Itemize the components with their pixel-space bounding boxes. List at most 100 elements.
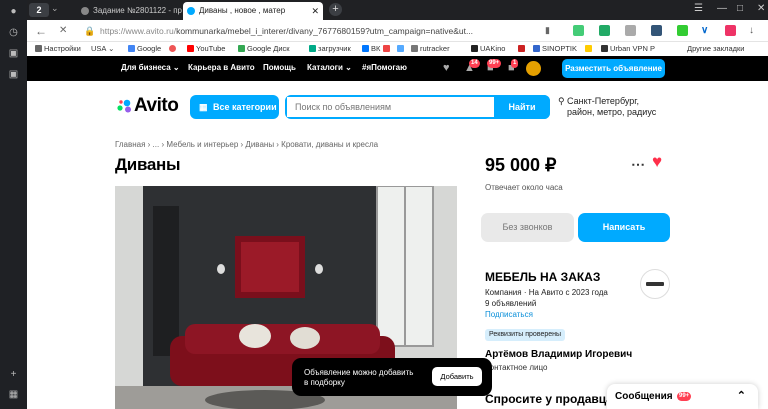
browser-sidebar: ● ◷ ▣ ▣ + ▦ xyxy=(0,0,27,409)
extension-icon[interactable] xyxy=(725,25,736,36)
messages-widget[interactable]: Сообщения 99+ ⌃ xyxy=(607,384,758,409)
bookmark-label: SINOPTIK xyxy=(542,44,578,53)
avatar[interactable] xyxy=(526,61,541,76)
seller-info: Компания · На Авито с 2023 года 9 объявл… xyxy=(485,287,608,309)
bookmark-p[interactable] xyxy=(585,44,594,53)
url-field[interactable]: https://www.avito.ru/kommunarka/mebel_i_… xyxy=(100,24,540,38)
seller-meta: Компания · На Авито с 2023 года xyxy=(485,288,608,297)
bookmark-usa[interactable]: USA ⌄ xyxy=(91,44,114,53)
bookmark-vk[interactable]: ВК xyxy=(362,44,380,53)
tab-close-icon[interactable]: ✕ xyxy=(311,2,319,20)
categories-grid-icon: ▦ xyxy=(199,102,208,112)
price: 95 000 ₽ xyxy=(485,155,557,175)
extension-icon[interactable] xyxy=(677,25,688,36)
breadcrumb[interactable]: Главная › ... › Мебель и интерьер › Дива… xyxy=(115,140,378,149)
bookmark-uakino[interactable]: UAKino xyxy=(471,44,505,53)
all-categories-button[interactable]: ▦ Все категории xyxy=(190,95,279,119)
favorite-heart-icon[interactable]: ♥ xyxy=(652,152,662,172)
nav-ya-pomogayu[interactable]: #яПомогаю xyxy=(362,63,407,72)
new-tab-button[interactable]: + xyxy=(329,3,342,16)
nav-catalogs[interactable]: Каталоги ⌄ xyxy=(307,63,352,72)
no-calls-button[interactable]: Без звонков xyxy=(481,213,574,242)
tab-avito[interactable]: Диваны , новое , матер ✕ xyxy=(183,2,323,20)
bookmark-youtube[interactable]: YouTube xyxy=(187,44,225,53)
write-message-button[interactable]: Написать xyxy=(578,213,670,242)
nav-career[interactable]: Карьера в Авито xyxy=(188,63,255,72)
bookmark-label: Настройки xyxy=(44,44,81,53)
avito-top-nav: Для бизнеса ⌄ Карьера в Авито Помощь Кат… xyxy=(27,56,768,81)
tab-task[interactable]: Задание №2801122 - про xyxy=(77,2,182,20)
location-selector[interactable]: ⚲ Санкт-Петербург, район, метро, радиус xyxy=(558,96,656,118)
favorites-heart-icon[interactable]: ♥ xyxy=(443,62,456,74)
bookmark-settings[interactable]: Настройки xyxy=(35,44,81,53)
window-menu-icon[interactable]: ☰ xyxy=(694,3,703,14)
chevron-up-icon[interactable]: ⌃ xyxy=(737,384,746,409)
bookmark-label: Google xyxy=(137,44,162,53)
extension-icon[interactable] xyxy=(573,25,584,36)
urban-vpn-icon xyxy=(601,45,608,52)
post-ad-button[interactable]: Разместить объявление xyxy=(562,59,665,78)
tab-label: Задание №2801122 - про xyxy=(93,6,182,15)
app-icon xyxy=(585,45,592,52)
tab-menu-chevron-icon[interactable]: ⌄ xyxy=(51,3,59,14)
nav-business[interactable]: Для бизнеса ⌄ xyxy=(121,63,180,72)
avito-logo-text[interactable]: Avito xyxy=(134,95,179,117)
vk-icon xyxy=(362,45,369,52)
url-host: https://www.avito.ru/ xyxy=(100,26,177,36)
page-title: Диваны xyxy=(115,155,181,174)
bookmark-downloader[interactable]: загрузчик xyxy=(309,44,351,53)
search-input[interactable] xyxy=(287,97,492,117)
extension-icon[interactable] xyxy=(625,25,636,36)
address-bar: ← ✕ 🔒 https://www.avito.ru/kommunarka/me… xyxy=(27,20,768,42)
extension-icon[interactable] xyxy=(651,25,662,36)
tab-bar: 2 ⌄ Задание №2801122 - про Диваны , ново… xyxy=(27,0,768,20)
maximize-icon[interactable]: □ xyxy=(737,3,743,14)
location-pin-icon: ⚲ xyxy=(558,96,565,106)
seller-logo[interactable] xyxy=(640,269,670,299)
stop-icon[interactable]: ✕ xyxy=(59,25,67,36)
bookmark-icon[interactable]: ▮ xyxy=(545,25,550,36)
profile-icon[interactable]: ● xyxy=(7,5,20,18)
collections-icon[interactable]: ▣ xyxy=(7,47,20,60)
messages-count-badge: 99+ xyxy=(677,392,692,401)
listing-page: Avito ▦ Все категории Найти ⚲ Санкт-Пете… xyxy=(27,81,768,409)
search-button[interactable]: Найти xyxy=(494,95,550,119)
location-city: Санкт-Петербург, xyxy=(567,96,639,106)
history-icon[interactable]: ◷ xyxy=(7,26,20,39)
back-icon[interactable]: ← xyxy=(35,24,47,38)
bookmark-label: загрузчик xyxy=(318,44,351,53)
download-icon[interactable]: ↓ xyxy=(749,25,760,36)
app-icon xyxy=(518,45,525,52)
bookmark-f[interactable] xyxy=(383,44,392,53)
downloads-icon[interactable]: ▣ xyxy=(7,68,20,81)
bookmark-sinoptik[interactable]: SINOPTIK xyxy=(533,44,577,53)
google-icon xyxy=(128,45,135,52)
bookmark-other[interactable]: Другие закладки xyxy=(687,44,744,53)
notifications-badge: 14 xyxy=(469,59,480,68)
more-actions-icon[interactable]: ⋯ xyxy=(631,156,645,173)
bookmark-rutracker[interactable]: rutracker xyxy=(411,44,450,53)
bookmark-folder[interactable] xyxy=(518,44,527,53)
extension-icon[interactable] xyxy=(599,25,610,36)
tab-count-badge[interactable]: 2 xyxy=(29,3,49,17)
seller-name[interactable]: МЕБЕЛЬ НА ЗАКАЗ xyxy=(485,270,600,284)
bookmark-label: Urban VPN P xyxy=(610,44,656,53)
bookmark-label: Google Диск xyxy=(247,44,290,53)
bookmark-label: rutracker xyxy=(420,44,450,53)
minimize-icon[interactable]: — xyxy=(717,3,727,14)
bookmark-google[interactable]: Google xyxy=(128,44,161,53)
contact-person-role: Контактное лицо xyxy=(485,363,548,372)
add-panel-icon[interactable]: + xyxy=(7,368,20,381)
sinoptik-icon xyxy=(533,45,540,52)
bookmark-urban-vpn[interactable]: Urban VPN P xyxy=(601,44,655,53)
window-close-icon[interactable]: ✕ xyxy=(757,3,765,14)
bookmark-google-drive[interactable]: Google Диск xyxy=(238,44,290,53)
seller-ads-count[interactable]: 9 объявлений xyxy=(485,298,608,309)
sidebar-settings-icon[interactable]: ▦ xyxy=(7,388,20,401)
nav-help[interactable]: Помощь xyxy=(263,63,296,72)
add-to-collection-button[interactable]: Добавить xyxy=(432,367,482,386)
bookmark-app[interactable] xyxy=(397,44,406,53)
vpn-extension-icon[interactable]: ∨ xyxy=(701,25,712,36)
messages-badge: 99+ xyxy=(487,59,502,68)
subscribe-link[interactable]: Подписаться xyxy=(485,310,533,319)
